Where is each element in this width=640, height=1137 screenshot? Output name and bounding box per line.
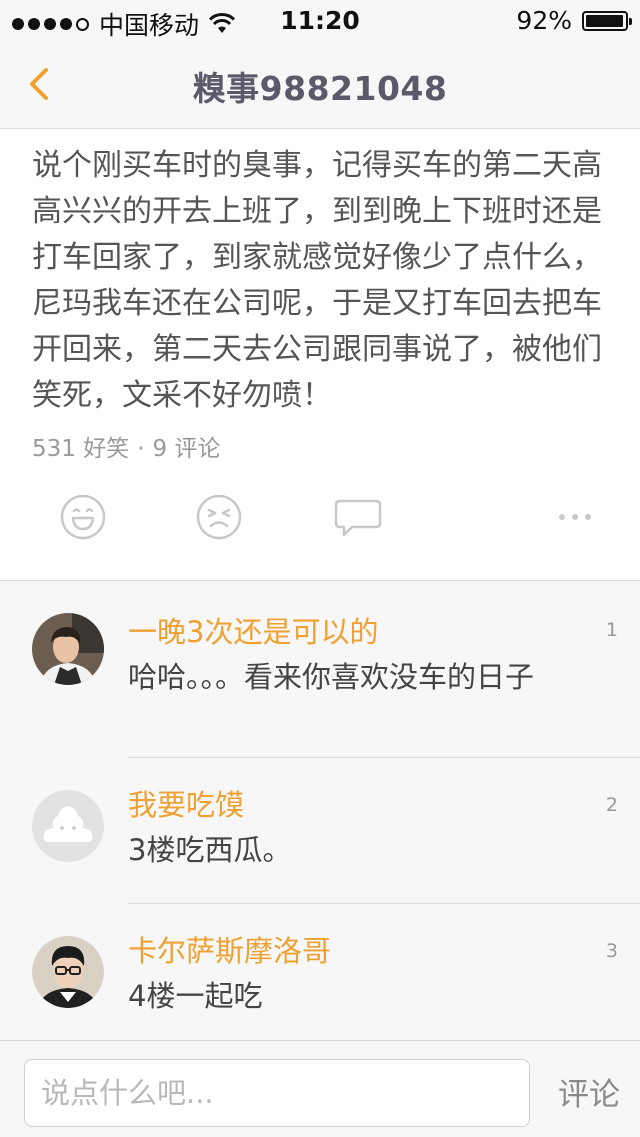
funny-count: 531 好笑	[32, 436, 130, 462]
user-photo-avatar	[32, 936, 104, 1008]
battery-icon	[582, 10, 632, 31]
speech-bubble-icon	[334, 499, 382, 537]
avatar[interactable]	[32, 936, 104, 1008]
comment-item[interactable]: 卡尔萨斯摩洛哥 4楼一起吃 3	[0, 904, 640, 1041]
comment-list: 一晚3次还是可以的 哈哈。。。看来你喜欢没车的日子 1 我要吃馍 3楼吃西瓜。 …	[0, 581, 640, 1041]
post-content: 说个刚买车时的臭事，记得买车的第二天高高兴兴的开去上班了，到到晚上下班时还是打车…	[32, 148, 602, 413]
more-dots-icon	[559, 514, 591, 520]
comment-username[interactable]: 我要吃馍	[128, 782, 244, 824]
status-right: 92%	[516, 6, 632, 35]
more-button[interactable]	[552, 493, 600, 541]
comment-item[interactable]: 一晚3次还是可以的 哈哈。。。看来你喜欢没车的日子 1	[0, 581, 640, 758]
comment-username[interactable]: 一晚3次还是可以的	[128, 609, 378, 651]
action-bar	[0, 489, 640, 569]
comment-item[interactable]: 我要吃馍 3楼吃西瓜。 2	[0, 758, 640, 904]
floor-number: 2	[605, 794, 618, 816]
avatar[interactable]	[32, 613, 104, 685]
comment-input[interactable]	[24, 1059, 530, 1127]
post-card: 说个刚买车时的臭事，记得买车的第二天高高兴兴的开去上班了，到到晚上下班时还是打车…	[0, 129, 640, 581]
comment-text: 4楼一起吃	[128, 979, 263, 1013]
user-photo-avatar	[32, 613, 104, 685]
floor-number: 3	[605, 940, 618, 962]
avatar[interactable]	[32, 790, 104, 862]
comment-text: 3楼吃西瓜。	[128, 833, 292, 867]
dislike-face-icon	[196, 494, 242, 540]
status-bar: 中国移动 11:20 92%	[0, 0, 640, 40]
floor-number: 1	[605, 619, 618, 641]
comment-text: 哈哈。。。看来你喜欢没车的日子	[128, 660, 535, 694]
comment-username[interactable]: 卡尔萨斯摩洛哥	[128, 928, 331, 970]
comment-input-bar: 评论	[0, 1040, 640, 1137]
submit-comment-button[interactable]: 评论	[554, 1069, 624, 1114]
smile-icon	[60, 494, 106, 540]
like-button[interactable]	[59, 493, 107, 541]
nav-bar: 糗事98821048	[0, 40, 640, 129]
battery-percent: 92%	[516, 6, 572, 35]
post-stats: 531 好笑 · 9 评论	[32, 429, 220, 463]
comment-count: 9 评论	[152, 436, 221, 462]
page-title: 糗事98821048	[192, 69, 448, 108]
comment-button[interactable]	[334, 493, 382, 541]
default-avatar	[32, 790, 104, 862]
dislike-button[interactable]	[195, 493, 243, 541]
stats-separator: ·	[137, 436, 145, 462]
